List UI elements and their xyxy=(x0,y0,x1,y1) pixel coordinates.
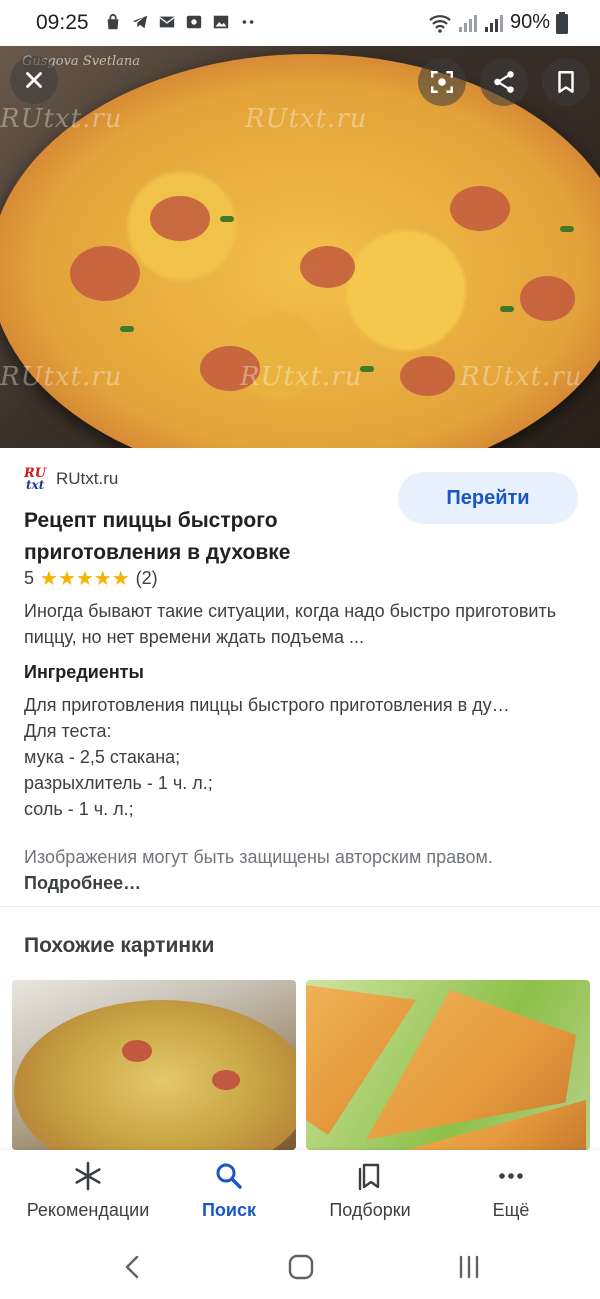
divider xyxy=(0,906,600,907)
wifi-icon xyxy=(429,14,451,33)
rating-count: (2) xyxy=(135,568,158,588)
recent-apps-icon[interactable] xyxy=(454,1252,484,1282)
battery-icon xyxy=(556,11,568,34)
herb xyxy=(120,326,134,332)
ingredient-line: разрыхлитель - 1 ч. л.; xyxy=(24,773,213,793)
nav-label: Ещё xyxy=(492,1200,530,1220)
nav-more[interactable]: Ещё xyxy=(436,1160,586,1221)
watermark: RUtxt.ru xyxy=(460,362,583,392)
search-icon xyxy=(216,1163,242,1189)
ingredient-line: Для теста: xyxy=(24,721,112,741)
rating: 5 ★★★★★ (2) xyxy=(24,566,158,591)
ingredient-line: соль - 1 ч. л.; xyxy=(24,799,134,819)
bottom-navigation: Рекомендации Поиск Подборки Ещё xyxy=(0,1150,600,1234)
lens-button[interactable] xyxy=(418,58,466,106)
asterisk-icon xyxy=(75,1161,101,1191)
bookmark-icon xyxy=(558,71,574,93)
sausage-slice xyxy=(212,1070,240,1090)
nav-label: Рекомендации xyxy=(26,1200,150,1220)
home-icon[interactable] xyxy=(286,1252,316,1282)
watermark: RUtxt.ru xyxy=(240,362,363,392)
nav-recommendations[interactable]: Рекомендации xyxy=(13,1160,163,1221)
telegram-icon xyxy=(132,15,148,29)
more-dots-icon xyxy=(242,20,254,24)
ingredients-list: Для приготовления пиццы быстрого пригото… xyxy=(24,692,576,822)
sausage-slice xyxy=(150,196,210,241)
bookmark-button[interactable] xyxy=(542,58,590,106)
sausage-slice xyxy=(400,356,455,396)
herb xyxy=(560,226,574,232)
watermark: RUtxt.ru xyxy=(245,104,368,134)
shopping-bag-icon xyxy=(107,13,119,30)
ingredient-line: Для приготовления пиццы быстрого пригото… xyxy=(24,695,510,715)
back-icon[interactable] xyxy=(118,1252,148,1282)
rating-stars: ★★★★★ xyxy=(40,568,130,590)
lens-icon xyxy=(431,71,453,93)
source-link[interactable]: RU txt RUtxt.ru xyxy=(24,466,118,492)
system-navigation-bar xyxy=(0,1234,600,1299)
nav-search[interactable]: Поиск xyxy=(154,1160,304,1221)
sausage-slice xyxy=(122,1040,152,1062)
ingredient-line: мука - 2,5 стакана; xyxy=(24,747,181,767)
watermark: RUtxt.ru xyxy=(0,362,123,392)
notification-icons xyxy=(104,13,257,31)
camera-icon xyxy=(186,15,202,29)
source-name: RUtxt.ru xyxy=(56,469,119,488)
watermark: RUtxt.ru xyxy=(0,104,123,134)
site-favicon: RU txt xyxy=(24,466,48,492)
nav-collections[interactable]: Подборки xyxy=(295,1160,445,1221)
sausage-slice xyxy=(520,276,575,321)
pizza-photo xyxy=(14,1000,296,1150)
nav-label: Поиск xyxy=(201,1200,257,1220)
ingredients-heading: Ингредиенты xyxy=(24,662,144,682)
similar-image-thumbnail[interactable] xyxy=(12,980,296,1150)
similar-image-thumbnail[interactable] xyxy=(306,980,590,1150)
gallery-icon xyxy=(213,15,229,29)
status-bar: 09:25 90% xyxy=(0,0,600,46)
share-icon xyxy=(494,71,514,93)
nav-label: Подборки xyxy=(329,1200,411,1220)
visit-button[interactable]: Перейти xyxy=(398,472,578,524)
sausage-slice xyxy=(450,186,510,231)
copyright-text: Изображения могут быть защищены авторски… xyxy=(24,847,493,867)
signal-icon xyxy=(484,14,503,32)
result-image[interactable]: Gusgova Svetlana RUtxt.ru RUtxt.ru RUtxt… xyxy=(0,46,600,448)
share-button[interactable] xyxy=(480,58,528,106)
close-icon xyxy=(26,72,42,88)
status-time: 09:25 xyxy=(36,11,89,34)
signal-icon xyxy=(458,14,477,32)
sausage-slice xyxy=(70,246,140,301)
close-button[interactable] xyxy=(10,56,58,104)
result-title[interactable]: Рецепт пиццы быстрого приготовления в ду… xyxy=(24,505,374,569)
collections-icon xyxy=(358,1163,380,1191)
favicon-txt: txt xyxy=(26,478,45,492)
herb xyxy=(500,306,514,312)
rating-value: 5 xyxy=(24,568,35,588)
more-horizontal-icon xyxy=(499,1173,523,1179)
herb xyxy=(220,216,234,222)
result-description: Иногда бывают такие ситуации, когда надо… xyxy=(24,601,557,647)
system-status: 90% xyxy=(428,11,568,34)
copyright-notice: Изображения могут быть защищены авторски… xyxy=(24,844,524,896)
similar-images-heading: Похожие картинки xyxy=(24,934,215,957)
mail-icon xyxy=(159,16,175,28)
learn-more-link[interactable]: Подробнее… xyxy=(24,873,141,893)
sausage-slice xyxy=(300,246,355,288)
battery-percent: 90% xyxy=(509,11,550,33)
